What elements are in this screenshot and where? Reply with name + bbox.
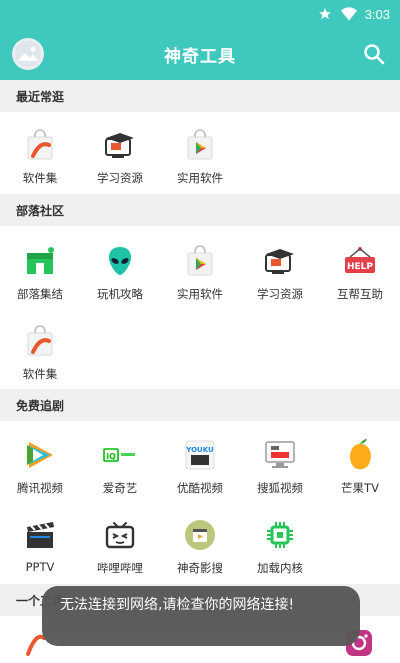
search-icon <box>364 44 385 65</box>
tile-bilibili[interactable]: 哔哩哔哩 <box>80 504 160 584</box>
tile-film-search[interactable]: 神奇影搜 <box>160 504 240 584</box>
tile-label: 互帮互助 <box>337 287 383 301</box>
tile-label: 学习资源 <box>97 171 143 185</box>
graduation-monitor-icon <box>263 244 297 278</box>
tile-pptv[interactable]: PPTV <box>0 504 80 584</box>
tile-label: 实用软件 <box>177 171 223 185</box>
tile-label: 软件集 <box>22 367 58 381</box>
section-header-recent: 最近常逛 <box>0 80 400 112</box>
chip-icon <box>263 518 297 552</box>
tile-iqiyi[interactable]: iQ 爱奇艺 <box>80 424 160 504</box>
tile-mango-tv[interactable]: 芒果TV <box>320 424 400 504</box>
alien-icon <box>103 244 137 278</box>
tile-tencent-video[interactable]: 腾讯视频 <box>0 424 80 504</box>
tile-useful-software[interactable]: 实用软件 <box>160 230 240 310</box>
image-icon <box>15 41 41 67</box>
sohu-video-icon <box>263 438 297 472</box>
section-header-community: 部落社区 <box>0 194 400 226</box>
tile-label: 爱奇艺 <box>102 481 138 495</box>
youku-icon: YOUKU <box>183 438 217 472</box>
tencent-video-icon <box>23 438 57 472</box>
wifi-icon <box>340 6 357 22</box>
iqiyi-icon: iQ <box>103 438 137 472</box>
tile-phone-guide[interactable]: 玩机攻略 <box>80 230 160 310</box>
graduation-monitor-icon <box>103 128 137 162</box>
film-search-icon <box>183 518 217 552</box>
play-store-bag-icon <box>183 244 217 278</box>
tile-software-set[interactable]: 软件集 <box>0 114 80 194</box>
tile-label: 优酷视频 <box>177 481 223 495</box>
mango-icon <box>343 438 377 472</box>
tile-label: 芒果TV <box>341 481 379 495</box>
status-bar: 3:03 <box>0 0 400 28</box>
svg-text:HELP: HELP <box>347 262 373 272</box>
status-time: 3:03 <box>364 6 390 22</box>
tile-label: 神奇影搜 <box>177 561 223 575</box>
tile-label: 加载内核 <box>257 561 303 575</box>
tile-label: 腾讯视频 <box>17 481 63 495</box>
tile-label: 搜狐视频 <box>257 481 303 495</box>
tile-sohu-video[interactable]: 搜狐视频 <box>240 424 320 504</box>
tile-tribe-gather[interactable]: 部落集结 <box>0 230 80 310</box>
avatar[interactable] <box>12 38 44 70</box>
app-bar: 神奇工具 <box>0 28 400 80</box>
tile-label: 实用软件 <box>177 287 223 301</box>
section-header-free-shows: 免费追剧 <box>0 389 400 421</box>
svg-text:iQ: iQ <box>106 452 116 461</box>
tile-youku[interactable]: YOUKU 优酷视频 <box>160 424 240 504</box>
tile-label: 软件集 <box>22 171 58 185</box>
shopping-bag-icon <box>23 128 57 162</box>
shopping-bag-icon <box>23 324 57 358</box>
tile-study-resources[interactable]: 学习资源 <box>80 114 160 194</box>
search-button[interactable] <box>362 42 386 66</box>
bilibili-tv-icon <box>103 518 137 552</box>
clapperboard-icon <box>23 518 57 552</box>
network-error-toast: 无法连接到网络,请检查你的网络连接! <box>42 586 360 646</box>
svg-text:YOUKU: YOUKU <box>185 446 214 454</box>
green-shop-icon <box>23 244 57 278</box>
page-title: 神奇工具 <box>164 46 236 67</box>
tile-mutual-help[interactable]: HELP 互帮互助 <box>320 230 400 310</box>
tile-label: 玩机攻略 <box>97 287 143 301</box>
tile-load-kernel[interactable]: 加载内核 <box>240 504 320 584</box>
tile-label: 部落集结 <box>17 287 63 301</box>
tile-software-set[interactable]: 软件集 <box>0 310 80 390</box>
tile-label: PPTV <box>25 560 55 574</box>
tile-study-resources[interactable]: 学习资源 <box>240 230 320 310</box>
tile-label: 学习资源 <box>257 287 303 301</box>
tile-label: 哔哩哔哩 <box>97 561 143 575</box>
help-sign-icon: HELP <box>343 244 377 278</box>
play-store-bag-icon <box>183 128 217 162</box>
tile-useful-software[interactable]: 实用软件 <box>160 114 240 194</box>
star-icon <box>317 6 333 22</box>
